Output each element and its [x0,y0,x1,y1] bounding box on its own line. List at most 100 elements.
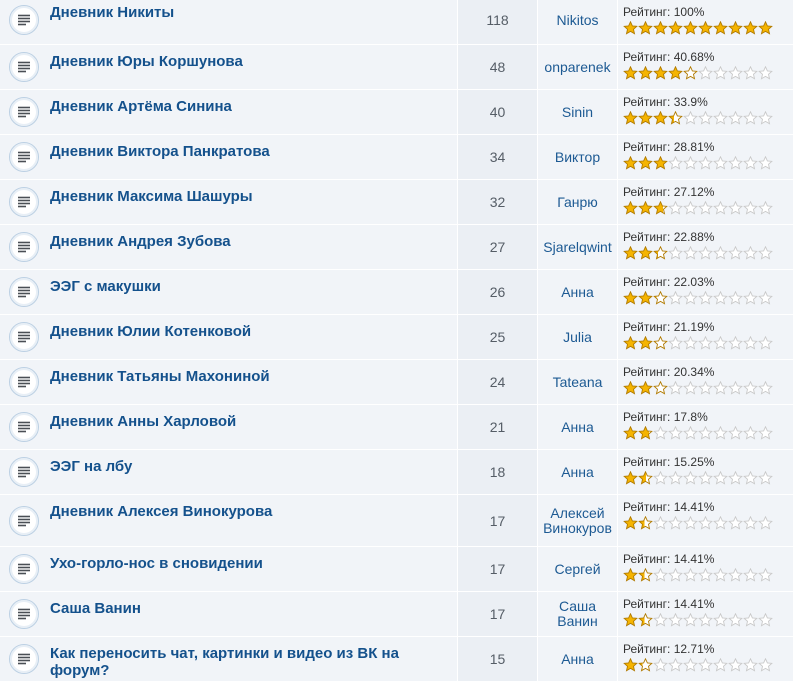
star-icon[interactable] [638,426,653,440]
star-icon[interactable] [713,66,728,80]
star-icon[interactable] [638,336,653,350]
topic-link[interactable]: Дневник Никиты [50,4,174,21]
star-icon[interactable] [683,291,698,305]
star-icon[interactable] [653,246,668,260]
star-icon[interactable] [683,246,698,260]
star-icon[interactable] [638,471,653,485]
star-icon[interactable] [713,156,728,170]
star-icon[interactable] [638,66,653,80]
topic-link[interactable]: Дневник Андрея Зубова [50,233,231,250]
topic-link[interactable]: Дневник Виктора Панкратова [50,143,270,160]
star-icon[interactable] [668,246,683,260]
star-rating[interactable] [623,111,793,125]
star-rating[interactable] [623,336,793,350]
author-link[interactable]: Анна [538,270,618,314]
star-icon[interactable] [728,336,743,350]
star-icon[interactable] [758,516,773,530]
star-rating[interactable] [623,658,793,672]
star-icon[interactable] [743,613,758,627]
star-icon[interactable] [728,21,743,35]
star-icon[interactable] [638,568,653,582]
star-icon[interactable] [683,426,698,440]
star-icon[interactable] [623,156,638,170]
star-icon[interactable] [728,66,743,80]
star-rating[interactable] [623,21,793,35]
star-icon[interactable] [728,156,743,170]
star-rating[interactable] [623,426,793,440]
star-rating[interactable] [623,66,793,80]
star-icon[interactable] [653,21,668,35]
star-icon[interactable] [758,613,773,627]
star-icon[interactable] [728,613,743,627]
star-rating[interactable] [623,516,793,530]
star-icon[interactable] [758,156,773,170]
star-icon[interactable] [623,381,638,395]
star-rating[interactable] [623,568,793,582]
star-icon[interactable] [698,21,713,35]
star-icon[interactable] [713,21,728,35]
star-icon[interactable] [743,426,758,440]
star-icon[interactable] [653,471,668,485]
author-link[interactable]: Анна [538,405,618,449]
star-icon[interactable] [698,381,713,395]
star-icon[interactable] [638,201,653,215]
star-icon[interactable] [683,111,698,125]
star-icon[interactable] [683,156,698,170]
star-icon[interactable] [758,291,773,305]
star-icon[interactable] [728,568,743,582]
author-link[interactable]: onparenek [538,45,618,89]
topic-link[interactable]: ЭЭГ с макушки [50,278,161,295]
author-link[interactable]: Виктор [538,135,618,179]
star-icon[interactable] [668,291,683,305]
star-icon[interactable] [713,201,728,215]
star-icon[interactable] [668,201,683,215]
star-icon[interactable] [668,516,683,530]
star-icon[interactable] [653,201,668,215]
star-icon[interactable] [683,66,698,80]
star-icon[interactable] [623,471,638,485]
star-icon[interactable] [698,111,713,125]
star-icon[interactable] [623,426,638,440]
star-icon[interactable] [698,201,713,215]
star-icon[interactable] [698,156,713,170]
star-icon[interactable] [638,246,653,260]
star-icon[interactable] [623,658,638,672]
star-rating[interactable] [623,291,793,305]
star-icon[interactable] [743,471,758,485]
star-icon[interactable] [623,21,638,35]
star-icon[interactable] [728,291,743,305]
star-icon[interactable] [758,471,773,485]
star-icon[interactable] [683,516,698,530]
star-icon[interactable] [623,66,638,80]
star-icon[interactable] [638,613,653,627]
star-icon[interactable] [638,381,653,395]
star-icon[interactable] [698,336,713,350]
star-icon[interactable] [743,291,758,305]
star-icon[interactable] [698,426,713,440]
star-icon[interactable] [698,66,713,80]
author-link[interactable]: Sjarelqwint [538,225,618,269]
star-icon[interactable] [743,381,758,395]
star-icon[interactable] [623,613,638,627]
star-icon[interactable] [713,291,728,305]
star-icon[interactable] [668,156,683,170]
author-link[interactable]: Julia [538,315,618,359]
topic-link[interactable]: Дневник Алексея Винокурова [50,503,272,520]
star-icon[interactable] [713,658,728,672]
topic-link[interactable]: ЭЭГ на лбу [50,458,132,475]
star-icon[interactable] [758,246,773,260]
star-icon[interactable] [743,21,758,35]
star-icon[interactable] [728,471,743,485]
topic-link[interactable]: Саша Ванин [50,600,141,617]
star-icon[interactable] [743,246,758,260]
star-icon[interactable] [653,381,668,395]
star-icon[interactable] [758,381,773,395]
star-icon[interactable] [713,471,728,485]
star-icon[interactable] [713,568,728,582]
star-icon[interactable] [653,336,668,350]
star-icon[interactable] [623,568,638,582]
topic-link[interactable]: Дневник Юры Коршунова [50,53,243,70]
star-rating[interactable] [623,613,793,627]
star-icon[interactable] [743,156,758,170]
author-link[interactable]: Сергей [538,547,618,591]
